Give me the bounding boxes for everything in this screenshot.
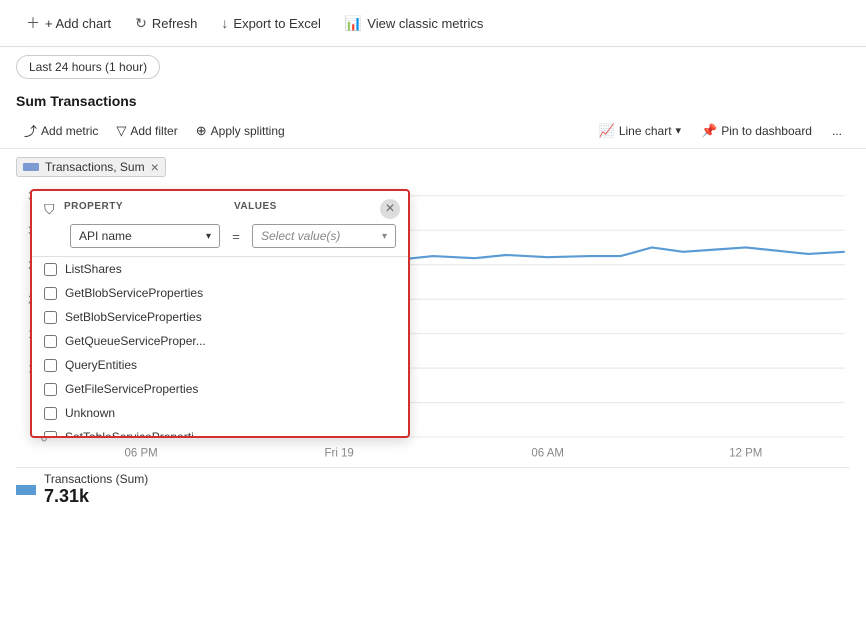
filter-tag: Transactions, Sum × xyxy=(16,157,166,177)
svg-text:Fri 19: Fri 19 xyxy=(325,446,354,459)
property-select[interactable]: API name ▾ xyxy=(70,224,220,248)
apply-splitting-label: Apply splitting xyxy=(211,124,285,138)
property-value: API name xyxy=(79,229,132,243)
dropdown-item[interactable]: Unknown xyxy=(32,401,408,425)
pin-dashboard-button[interactable]: 📌 Pin to dashboard xyxy=(693,119,820,143)
more-options-button[interactable]: ... xyxy=(824,120,850,142)
dropdown-item-label: GetFileServiceProperties xyxy=(65,382,198,396)
dropdown-item-checkbox[interactable] xyxy=(44,335,57,348)
dropdown-item-label: SetBlobServiceProperties xyxy=(65,310,202,324)
dropdown-item-checkbox[interactable] xyxy=(44,311,57,324)
time-range-button[interactable]: Last 24 hours (1 hour) xyxy=(16,55,160,79)
filter-popup-header: ⛉ PROPERTY VALUES × xyxy=(32,191,408,224)
pin-label: Pin to dashboard xyxy=(721,124,812,138)
top-toolbar: ＋ + Add chart ↻ Refresh ↓ Export to Exce… xyxy=(0,0,866,47)
export-icon: ↓ xyxy=(221,15,228,31)
values-col-header-wrap: VALUES xyxy=(234,201,396,212)
add-metric-label: Add metric xyxy=(41,124,98,138)
dropdown-item-checkbox[interactable] xyxy=(44,263,57,276)
property-col-header: PROPERTY xyxy=(64,201,214,212)
line-chart-label: Line chart xyxy=(619,124,672,138)
filter-tag-color xyxy=(23,163,39,171)
dropdown-item-label: GetBlobServiceProperties xyxy=(65,286,203,300)
filter-bar: Transactions, Sum × xyxy=(16,157,850,177)
chart-legend: Transactions (Sum) 7.31k xyxy=(16,467,850,511)
chart-area: Transactions, Sum × ⛉ PROPERTY VALUES × xyxy=(0,149,866,519)
values-chevron-icon: ▾ xyxy=(382,231,387,242)
dropdown-item[interactable]: SetBlobServiceProperties xyxy=(32,305,408,329)
filter-tag-label: Transactions, Sum xyxy=(45,160,145,174)
time-range-label: Last 24 hours (1 hour) xyxy=(29,60,147,74)
dropdown-item-checkbox[interactable] xyxy=(44,431,57,437)
refresh-label: Refresh xyxy=(152,16,198,31)
refresh-icon: ↻ xyxy=(135,15,147,32)
dropdown-item[interactable]: SetTableServiceProperti... xyxy=(32,425,408,436)
add-filter-button[interactable]: ▽ Add filter xyxy=(108,119,185,143)
filter-tag-close[interactable]: × xyxy=(151,160,159,174)
dropdown-item[interactable]: GetBlobServiceProperties xyxy=(32,281,408,305)
add-chart-button[interactable]: ＋ + Add chart xyxy=(16,8,121,38)
export-label: Export to Excel xyxy=(233,16,320,31)
filter-popup: ⛉ PROPERTY VALUES × API name ▾ = Select … xyxy=(30,189,410,438)
filter-popup-close-button[interactable]: × xyxy=(380,199,400,219)
add-metric-icon: ⤴ xyxy=(24,121,37,140)
pin-icon: 📌 xyxy=(701,123,717,139)
dropdown-item[interactable]: ListShares xyxy=(32,257,408,281)
legend-value: 7.31k xyxy=(44,486,148,507)
chart-title: Sum Transactions xyxy=(0,87,866,113)
dropdown-item[interactable]: GetQueueServiceProper... xyxy=(32,329,408,353)
svg-text:12 PM: 12 PM xyxy=(729,446,762,459)
dropdown-item[interactable]: QueryEntities xyxy=(32,353,408,377)
dropdown-item-checkbox[interactable] xyxy=(44,407,57,420)
add-filter-icon: ▽ xyxy=(116,123,126,139)
filter-popup-controls: API name ▾ = Select value(s) ▾ xyxy=(32,224,408,256)
values-placeholder: Select value(s) xyxy=(261,229,340,243)
dropdown-list: ListShares GetBlobServiceProperties SetBlo… xyxy=(32,256,408,436)
values-col-header: VALUES xyxy=(234,201,396,212)
filter-icon-col: ⛉ xyxy=(44,201,64,218)
svg-text:06 AM: 06 AM xyxy=(531,446,563,459)
dropdown-item-label: ListShares xyxy=(65,262,122,276)
values-select[interactable]: Select value(s) ▾ xyxy=(252,224,396,248)
add-filter-label: Add filter xyxy=(130,124,177,138)
time-range-bar: Last 24 hours (1 hour) xyxy=(0,47,866,87)
dropdown-item-label: GetQueueServiceProper... xyxy=(65,334,206,348)
metrics-icon: 📊 xyxy=(345,15,362,32)
view-classic-button[interactable]: 📊 View classic metrics xyxy=(335,10,494,37)
classic-metrics-label: View classic metrics xyxy=(367,16,483,31)
chart-toolbar-left: ⤴ Add metric ▽ Add filter ⊕ Apply splitt… xyxy=(16,117,293,144)
dropdown-item-checkbox[interactable] xyxy=(44,287,57,300)
legend-color-block xyxy=(16,485,36,495)
dropdown-item-label: SetTableServiceProperti... xyxy=(65,430,204,436)
line-chart-icon: 📈 xyxy=(599,123,615,139)
apply-splitting-button[interactable]: ⊕ Apply splitting xyxy=(188,119,293,143)
dropdown-item-label: Unknown xyxy=(65,406,115,420)
svg-text:06 PM: 06 PM xyxy=(125,446,158,459)
chevron-down-icon: ▾ xyxy=(676,124,682,137)
dropdown-item-label: QueryEntities xyxy=(65,358,137,372)
equals-sign: = xyxy=(226,229,246,244)
splitting-icon: ⊕ xyxy=(196,123,207,139)
dropdown-item-checkbox[interactable] xyxy=(44,359,57,372)
add-metric-button[interactable]: ⤴ Add metric xyxy=(16,117,106,144)
chart-toolbar-right: 📈 Line chart ▾ 📌 Pin to dashboard ... xyxy=(591,119,850,143)
chart-toolbar: ⤴ Add metric ▽ Add filter ⊕ Apply splitt… xyxy=(0,113,866,149)
legend-label: Transactions (Sum) xyxy=(44,472,148,486)
filter-funnel-icon: ⛉ xyxy=(44,201,55,217)
legend-info: Transactions (Sum) 7.31k xyxy=(44,472,148,507)
export-excel-button[interactable]: ↓ Export to Excel xyxy=(211,10,330,36)
more-label: ... xyxy=(832,124,842,138)
add-chart-label: + Add chart xyxy=(45,16,111,31)
line-chart-button[interactable]: 📈 Line chart ▾ xyxy=(591,119,689,143)
refresh-button[interactable]: ↻ Refresh xyxy=(125,10,207,37)
add-chart-icon: ＋ xyxy=(26,13,40,33)
property-col: PROPERTY xyxy=(64,201,214,212)
dropdown-item[interactable]: GetFileServiceProperties xyxy=(32,377,408,401)
property-chevron-icon: ▾ xyxy=(206,231,211,242)
dropdown-item-checkbox[interactable] xyxy=(44,383,57,396)
